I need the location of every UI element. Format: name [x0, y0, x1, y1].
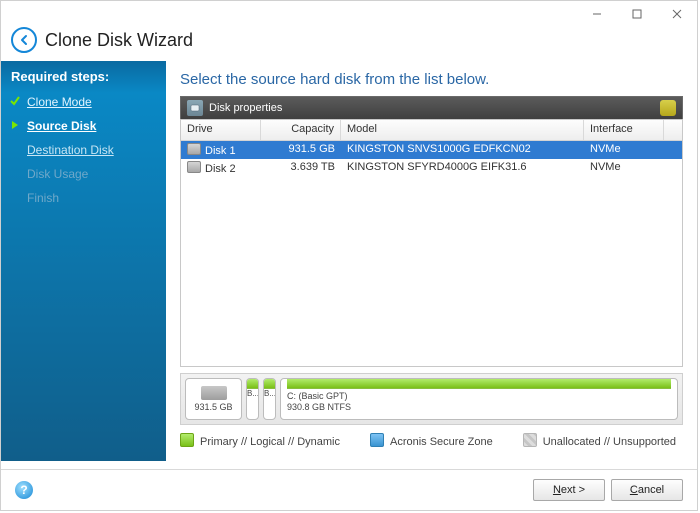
- cancel-button[interactable]: Cancel: [611, 479, 683, 501]
- legend-swatch-primary: [180, 433, 194, 447]
- legend-unalloc: Unallocated // Unsupported: [543, 436, 676, 448]
- close-button[interactable]: [657, 1, 697, 27]
- cell-drive: Disk 2: [181, 159, 261, 177]
- columns-chooser-icon[interactable]: [660, 100, 676, 116]
- partition-seg-c[interactable]: C: (Basic GPT) 930.8 GB NTFS: [280, 378, 678, 420]
- sidebar-header: Required steps:: [1, 61, 166, 90]
- partition-map: 931.5 GB B... B... C: (Basic GPT) 930.8 …: [180, 373, 683, 425]
- col-drive[interactable]: Drive: [181, 120, 261, 140]
- step-clone-mode[interactable]: Clone Mode: [1, 90, 166, 114]
- disk-properties-label: Disk properties: [209, 102, 282, 114]
- col-capacity[interactable]: Capacity: [261, 120, 341, 140]
- maximize-button[interactable]: [617, 1, 657, 27]
- cell-model: KINGSTON SNVS1000G EDFKCN02: [341, 141, 584, 159]
- disk-summary[interactable]: 931.5 GB: [185, 378, 242, 420]
- disk-icon: [201, 386, 227, 400]
- table-header: Drive Capacity Model Interface: [181, 120, 682, 141]
- legend-primary: Primary // Logical // Dynamic: [200, 436, 340, 448]
- step-disk-usage: Disk Usage: [1, 162, 166, 186]
- cell-capacity: 3.639 TB: [261, 159, 341, 177]
- back-icon: [11, 27, 37, 53]
- disk-icon: [187, 161, 201, 173]
- partition-seg[interactable]: B...: [263, 378, 276, 420]
- disk-table: Drive Capacity Model Interface Disk 1 93…: [180, 119, 683, 367]
- step-label: Source Disk: [27, 119, 96, 133]
- legend: Primary // Logical // Dynamic Acronis Se…: [180, 431, 683, 449]
- disk-size: 931.5 GB: [194, 402, 232, 412]
- cell-model: KINGSTON SFYRD4000G EIFK31.6: [341, 159, 584, 177]
- disk-properties-icon: [187, 100, 203, 116]
- wizard-window: Clone Disk Wizard Required steps: Clone …: [0, 0, 698, 511]
- cell-capacity: 931.5 GB: [261, 141, 341, 159]
- col-interface[interactable]: Interface: [584, 120, 664, 140]
- step-destination-disk[interactable]: Destination Disk: [1, 138, 166, 162]
- sidebar: Required steps: Clone Mode Source Disk D…: [1, 61, 166, 461]
- step-label: Disk Usage: [27, 167, 88, 181]
- main-panel: Select the source hard disk from the lis…: [166, 61, 697, 461]
- disk-icon: [187, 143, 201, 155]
- cell-interface: NVMe: [584, 159, 664, 177]
- window-title: Clone Disk Wizard: [45, 30, 193, 51]
- legend-swatch-unalloc: [523, 433, 537, 447]
- minimize-button[interactable]: [577, 1, 617, 27]
- instruction-text: Select the source hard disk from the lis…: [166, 61, 697, 96]
- step-label: Finish: [27, 191, 59, 205]
- partition-label: C: (Basic GPT): [287, 391, 671, 402]
- legend-swatch-secure: [370, 433, 384, 447]
- footer: ? Next > Cancel: [1, 470, 697, 510]
- partition-seg[interactable]: B...: [246, 378, 259, 420]
- next-button[interactable]: Next >: [533, 479, 605, 501]
- table-row[interactable]: Disk 1 931.5 GB KINGSTON SNVS1000G EDFKC…: [181, 141, 682, 159]
- partition-size: 930.8 GB NTFS: [287, 402, 671, 413]
- sidebar-bottom: [1, 453, 166, 461]
- cell-drive: Disk 1: [181, 141, 261, 159]
- table-body: Disk 1 931.5 GB KINGSTON SNVS1000G EDFKC…: [181, 141, 682, 366]
- cell-interface: NVMe: [584, 141, 664, 159]
- table-row[interactable]: Disk 2 3.639 TB KINGSTON SFYRD4000G EIFK…: [181, 159, 682, 177]
- titlebar: [1, 1, 697, 27]
- disk-properties-header: Disk properties: [180, 96, 683, 119]
- col-scroll-spacer: [664, 120, 682, 140]
- help-icon[interactable]: ?: [15, 481, 33, 499]
- step-source-disk[interactable]: Source Disk: [1, 114, 166, 138]
- legend-secure: Acronis Secure Zone: [390, 436, 493, 448]
- step-label: Clone Mode: [27, 95, 92, 109]
- col-model[interactable]: Model: [341, 120, 584, 140]
- step-label: Destination Disk: [27, 143, 114, 157]
- step-finish: Finish: [1, 186, 166, 210]
- title-row: Clone Disk Wizard: [1, 27, 697, 61]
